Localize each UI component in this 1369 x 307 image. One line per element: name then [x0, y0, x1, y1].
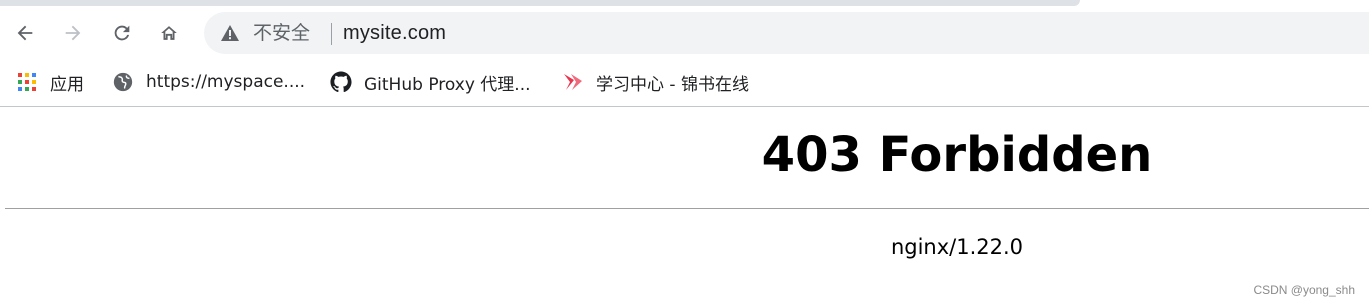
- arrow-left-icon: [17, 25, 33, 41]
- server-signature: nginx/1.22.0: [890, 235, 1024, 259]
- page-content: 403 Forbidden nginx/1.22.0: [0, 107, 1369, 307]
- divider: [5, 208, 1369, 209]
- bookmark-github-proxy[interactable]: GitHub Proxy 代理...: [330, 68, 531, 96]
- red-logo-icon: [562, 71, 584, 93]
- reload-button[interactable]: [106, 17, 138, 49]
- bookmark-label: GitHub Proxy 代理...: [364, 74, 531, 95]
- browser-toolbar: 不安全 mysite.com: [0, 6, 1369, 60]
- bookmark-label: 学习中心 - 锦书在线: [596, 74, 749, 95]
- forward-button[interactable]: [57, 17, 89, 49]
- omnibox-divider: [331, 23, 332, 45]
- url-text[interactable]: mysite.com: [343, 22, 446, 44]
- bookmark-label: https://myspace....: [146, 72, 306, 92]
- reload-icon: [114, 25, 130, 41]
- apps-grid-icon: [16, 71, 38, 93]
- address-bar[interactable]: 不安全 mysite.com: [204, 12, 1369, 54]
- error-heading: 403 Forbidden: [761, 127, 1153, 183]
- warning-triangle-icon[interactable]: [220, 24, 240, 42]
- home-icon: [161, 26, 177, 40]
- watermark: CSDN @yong_shh: [1253, 283, 1355, 297]
- bookmark-learning-center[interactable]: 学习中心 - 锦书在线: [562, 68, 749, 96]
- github-icon: [330, 71, 352, 93]
- globe-icon: [112, 71, 134, 93]
- bookmark-label: 应用: [50, 74, 84, 95]
- security-status-label[interactable]: 不安全: [253, 22, 310, 44]
- bookmark-myspace[interactable]: https://myspace....: [112, 68, 305, 96]
- back-button[interactable]: [9, 17, 41, 49]
- arrow-right-icon: [65, 25, 81, 41]
- bookmark-apps[interactable]: 应用: [16, 68, 84, 96]
- bookmarks-bar: 应用 https://myspace.... GitHub Proxy 代理..…: [0, 60, 1369, 107]
- home-button[interactable]: [153, 17, 185, 49]
